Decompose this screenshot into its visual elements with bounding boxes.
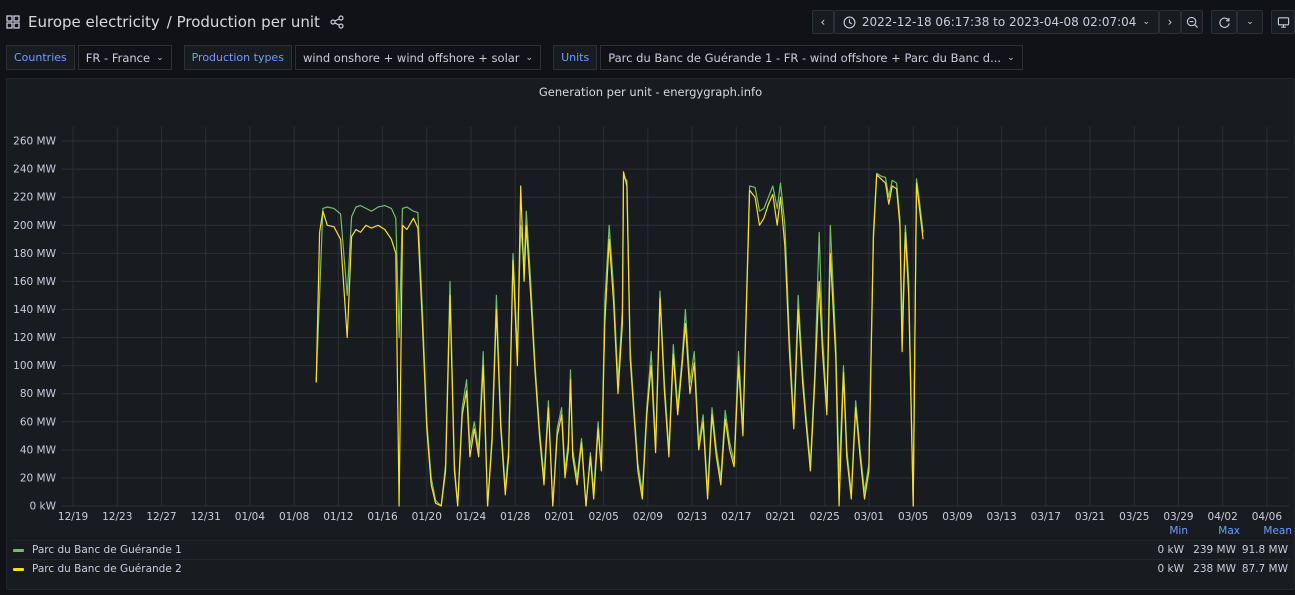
x-tick-label: 02/25 (810, 511, 840, 523)
x-tick-label: 01/24 (456, 511, 487, 523)
time-range-text: 2022-12-18 06:17:38 to 2023-04-08 02:07:… (861, 15, 1137, 29)
x-tick-label: 12/23 (102, 511, 132, 523)
legend-min: 0 kW (1157, 563, 1184, 575)
variable-value-countries: FR - France (85, 50, 151, 65)
legend-series-name[interactable]: Parc du Banc de Guérande 1 (32, 544, 1138, 556)
timeseries-panel[interactable]: Generation per unit - energygraph.info 0… (6, 78, 1295, 590)
x-tick-label: 01/08 (279, 511, 309, 523)
x-tick-label: 03/01 (854, 511, 884, 523)
top-bar: Europe electricity / Production per unit… (0, 0, 1295, 44)
legend-min: 0 kW (1157, 544, 1184, 556)
y-tick-label: 240 MW (13, 164, 56, 176)
folder-title-link[interactable]: Europe electricity (28, 13, 160, 31)
series-line-1[interactable] (315, 172, 924, 507)
y-tick-label: 100 MW (13, 360, 56, 372)
chevron-down-icon: ⌄ (525, 52, 534, 63)
refresh-interval-dropdown[interactable]: ⌄ (1237, 10, 1263, 34)
x-tick-label: 12/27 (146, 511, 176, 523)
legend-swatch (13, 548, 24, 552)
time-range-picker[interactable]: 2022-12-18 06:17:38 to 2023-04-08 02:07:… (833, 10, 1159, 34)
chevron-down-icon: ⌄ (1007, 52, 1015, 63)
variable-label-units: Units (553, 45, 598, 70)
line-chart[interactable]: 0 kW 20 MW 40 MW 60 MW 80 MW 100 MW 120 MW 140 … (7, 109, 1294, 549)
dashboard-name: / Production per unit (166, 13, 320, 31)
x-tick-label: 03/05 (898, 511, 928, 523)
time-shift-forward-button[interactable]: › (1159, 10, 1181, 34)
x-tick-label: 01/16 (367, 511, 398, 523)
x-tick-label: 03/21 (1075, 511, 1105, 523)
legend-item[interactable]: Parc du Banc de Guérande 1 0 kW 239 MW 9… (13, 540, 1290, 559)
x-tick-label: 02/21 (765, 511, 795, 523)
x-tick-label: 01/20 (412, 511, 442, 523)
chevron-right-icon: › (1167, 15, 1173, 29)
y-tick-label: 220 MW (13, 192, 56, 204)
y-tick-label: 60 MW (20, 416, 57, 428)
variable-value-production-types: wind onshore + wind offshore + solar (302, 50, 520, 65)
x-tick-label: 04/06 (1252, 511, 1283, 523)
legend-series-name[interactable]: Parc du Banc de Guérande 2 (32, 563, 1138, 575)
legend-header: Min Max Mean (1142, 525, 1294, 539)
x-tick-label: 01/28 (500, 511, 530, 523)
variable-select-countries[interactable]: FR - France ⌄ (77, 45, 172, 70)
zoom-out-icon (1186, 16, 1198, 28)
time-controls: ‹ 2022-12-18 06:17:38 to 2023-04-08 02:0… (811, 10, 1295, 34)
x-tick-label: 02/01 (544, 511, 574, 523)
template-variables: Countries FR - France ⌄ Production types… (6, 45, 1023, 70)
x-tick-label: 04/02 (1208, 511, 1238, 523)
legend-swatch (13, 567, 24, 571)
x-tick-label: 12/19 (58, 511, 88, 523)
monitor-icon (1277, 16, 1289, 28)
legend-col-max[interactable]: Max (1188, 525, 1240, 539)
x-tick-label: 03/13 (986, 511, 1016, 523)
y-tick-label: 80 MW (20, 388, 57, 400)
zoom-out-button[interactable] (1181, 10, 1203, 34)
legend-item[interactable]: Parc du Banc de Guérande 2 0 kW 238 MW 8… (13, 559, 1290, 578)
legend-mean: 87.7 MW (1241, 563, 1288, 575)
chevron-left-icon: ‹ (820, 15, 826, 29)
legend-col-mean[interactable]: Mean (1240, 525, 1294, 539)
variable-select-units[interactable]: Parc du Banc de Guérande 1 - FR - wind o… (600, 45, 1023, 70)
legend-max: 239 MW (1193, 544, 1236, 556)
x-tick-label: 02/09 (633, 511, 663, 523)
chevron-down-icon: ⌄ (1142, 17, 1150, 27)
variable-label-production-types: Production types (183, 45, 292, 70)
y-tick-label: 0 kW (30, 501, 57, 513)
x-tick-label: 03/09 (942, 511, 972, 523)
y-tick-label: 180 MW (13, 248, 56, 260)
dashboard-title: Europe electricity / Production per unit (6, 9, 344, 35)
chevron-down-icon: ⌄ (156, 52, 164, 63)
x-tick-label: 02/05 (589, 511, 619, 523)
x-tick-label: 03/29 (1163, 511, 1193, 523)
clock-icon (843, 16, 856, 28)
legend-max: 238 MW (1193, 563, 1236, 575)
y-tick-label: 40 MW (20, 444, 57, 456)
tv-mode-button[interactable] (1271, 10, 1295, 34)
y-tick-label: 160 MW (13, 276, 56, 288)
dashboard-grid-icon[interactable] (6, 15, 20, 29)
x-tick-label: 02/13 (677, 511, 707, 523)
x-tick-label: 01/04 (235, 511, 266, 523)
legend-mean: 91.8 MW (1241, 544, 1288, 556)
y-tick-label: 20 MW (20, 472, 57, 484)
y-tick-label: 260 MW (13, 136, 56, 148)
time-shift-back-button[interactable]: ‹ (811, 10, 834, 34)
variable-select-production-types[interactable]: wind onshore + wind offshore + solar ⌄ (294, 45, 542, 70)
x-tick-label: 03/25 (1119, 511, 1149, 523)
share-icon[interactable] (330, 15, 344, 29)
y-tick-label: 120 MW (13, 332, 56, 344)
x-tick-label: 03/17 (1031, 511, 1061, 523)
chevron-down-icon: ⌄ (1246, 17, 1254, 27)
refresh-button[interactable] (1211, 10, 1237, 34)
x-tick-label: 12/31 (191, 511, 221, 523)
y-tick-label: 200 MW (13, 220, 56, 232)
variable-value-units: Parc du Banc de Guérande 1 - FR - wind o… (608, 50, 1002, 65)
y-tick-label: 140 MW (13, 304, 56, 316)
variable-label-countries: Countries (6, 45, 75, 70)
x-tick-label: 02/17 (721, 511, 751, 523)
x-tick-label: 01/12 (323, 511, 353, 523)
legend-col-min[interactable]: Min (1142, 525, 1188, 539)
refresh-icon (1218, 17, 1230, 28)
series-line-2[interactable] (315, 171, 924, 507)
panel-title[interactable]: Generation per unit - energygraph.info (7, 85, 1294, 99)
